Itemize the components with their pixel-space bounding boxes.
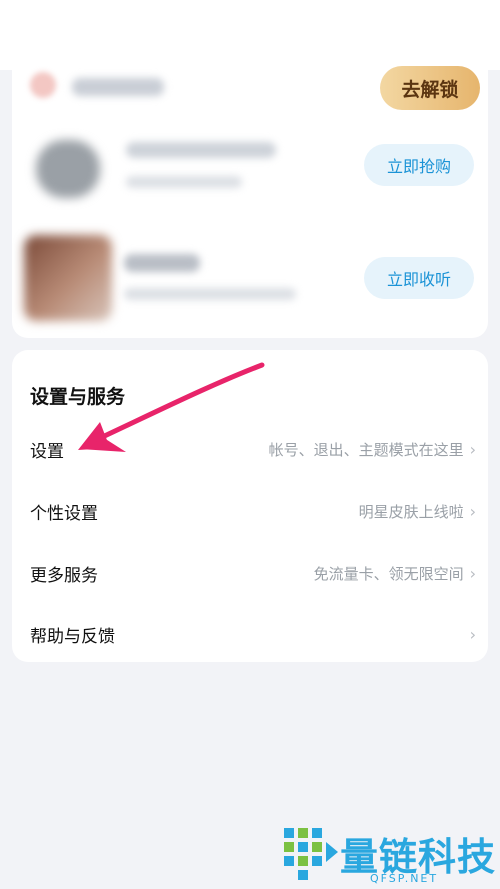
- app-screen: 去解锁 立即抢购 立即收听 设置与服务 设置 帐号、退出、主题模式在这里 › 个…: [0, 0, 500, 889]
- watermark-domain: QFSP.NET: [370, 872, 439, 885]
- chevron-right-icon: ›: [469, 624, 476, 644]
- setting-label: 个性设置: [30, 503, 98, 524]
- buy-now-button[interactable]: 立即抢购: [364, 144, 474, 186]
- help-feedback-row[interactable]: 帮助与反馈 ›: [12, 607, 488, 661]
- setting-hint: 免流量卡、领无限空间: [313, 564, 464, 583]
- unlock-button[interactable]: 去解锁: [380, 66, 480, 110]
- blurred-item-subtitle: [124, 288, 296, 300]
- watermark-logo-icon: [284, 828, 338, 880]
- more-services-row[interactable]: 更多服务 免流量卡、领无限空间 ›: [12, 546, 488, 600]
- setting-label: 设置: [30, 441, 64, 462]
- setting-hint: 明星皮肤上线啦: [358, 502, 464, 521]
- setting-label: 帮助与反馈: [30, 626, 115, 647]
- chevron-right-icon: ›: [469, 439, 476, 459]
- settings-row[interactable]: 设置 帐号、退出、主题模式在这里 ›: [12, 422, 488, 476]
- setting-hint: 帐号、退出、主题模式在这里: [268, 440, 464, 459]
- section-title: 设置与服务: [30, 386, 126, 408]
- settings-services-card: 设置与服务 设置 帐号、退出、主题模式在这里 › 个性设置 明星皮肤上线啦 › …: [12, 350, 488, 662]
- blurred-vip-icon: [30, 72, 56, 98]
- setting-label: 更多服务: [30, 565, 98, 586]
- blurred-thumbnail: [36, 140, 100, 198]
- chevron-right-icon: ›: [469, 501, 476, 521]
- blurred-item-title: [124, 254, 200, 272]
- chevron-right-icon: ›: [469, 563, 476, 583]
- personalization-row[interactable]: 个性设置 明星皮肤上线啦 ›: [12, 484, 488, 538]
- listen-now-button[interactable]: 立即收听: [364, 257, 474, 299]
- blurred-thumbnail: [24, 235, 112, 321]
- blurred-item-title: [126, 142, 276, 158]
- blurred-item-subtitle: [126, 176, 242, 188]
- blurred-vip-title: [72, 78, 164, 96]
